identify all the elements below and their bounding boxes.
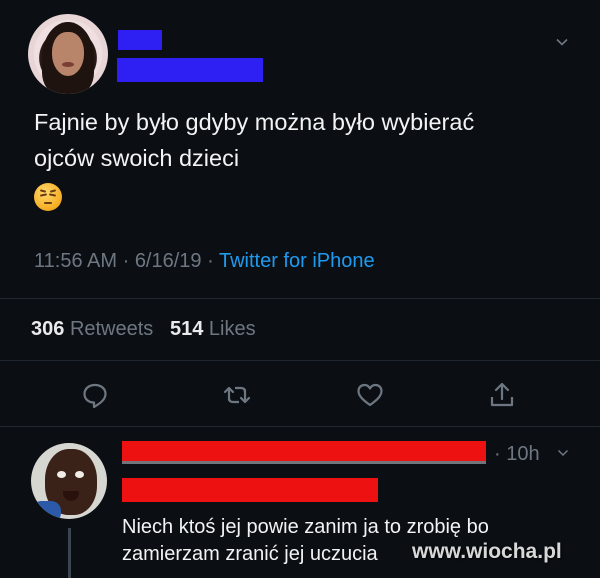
- tweet-date[interactable]: 6/16/19: [135, 250, 202, 272]
- avatar-eye: [57, 471, 66, 478]
- retweets-label: Retweets: [69, 318, 154, 340]
- reply-author-avatar[interactable]: [31, 443, 107, 519]
- likes-count: 514: [169, 318, 204, 340]
- tweet-metadata: 11:56 AM · 6/16/19 · Twitter for iPhone: [34, 250, 375, 273]
- redacted-display-name: [118, 30, 162, 50]
- likes-label: Likes: [208, 318, 256, 340]
- redacted-reply-name: [122, 441, 486, 461]
- likes-stat[interactable]: 514 Likes: [170, 318, 256, 340]
- share-icon: [490, 382, 514, 407]
- redacted-username: [117, 58, 263, 82]
- divider: [0, 360, 600, 361]
- avatar-eye: [75, 471, 84, 478]
- tweet-source-link[interactable]: Twitter for iPhone: [219, 250, 375, 272]
- divider: [0, 298, 600, 299]
- chevron-down-icon[interactable]: [556, 446, 570, 463]
- heart-icon: [357, 383, 383, 407]
- tweet-text: Fajnie by było gdyby można było wybierać…: [34, 109, 475, 171]
- like-button[interactable]: [355, 380, 385, 410]
- avatar-face: [52, 32, 84, 76]
- divider: [0, 426, 600, 427]
- meta-separator: ·: [117, 250, 135, 272]
- retweet-icon: [223, 386, 251, 404]
- chevron-down-icon[interactable]: [554, 34, 570, 50]
- retweet-button[interactable]: [222, 380, 252, 410]
- unamused-face-icon: [34, 183, 62, 211]
- reply-button[interactable]: [80, 380, 110, 410]
- redacted-reply-username: [122, 478, 378, 502]
- engagement-stats: 306 Retweets 514 Likes: [31, 318, 256, 341]
- author-avatar[interactable]: [28, 14, 108, 94]
- tweet-time: 11:56 AM: [34, 250, 118, 272]
- site-watermark: www.wiocha.pl: [412, 540, 562, 563]
- share-button[interactable]: [487, 380, 517, 410]
- reply-timestamp[interactable]: · 10h: [494, 443, 540, 466]
- avatar-lips: [62, 62, 74, 67]
- avatar-clothing: [31, 501, 61, 519]
- meta-separator: ·: [201, 250, 219, 272]
- reply-icon: [83, 383, 107, 409]
- thread-line: [68, 528, 71, 578]
- retweets-count: 306: [31, 318, 65, 340]
- retweets-stat[interactable]: 306 Retweets: [31, 318, 153, 340]
